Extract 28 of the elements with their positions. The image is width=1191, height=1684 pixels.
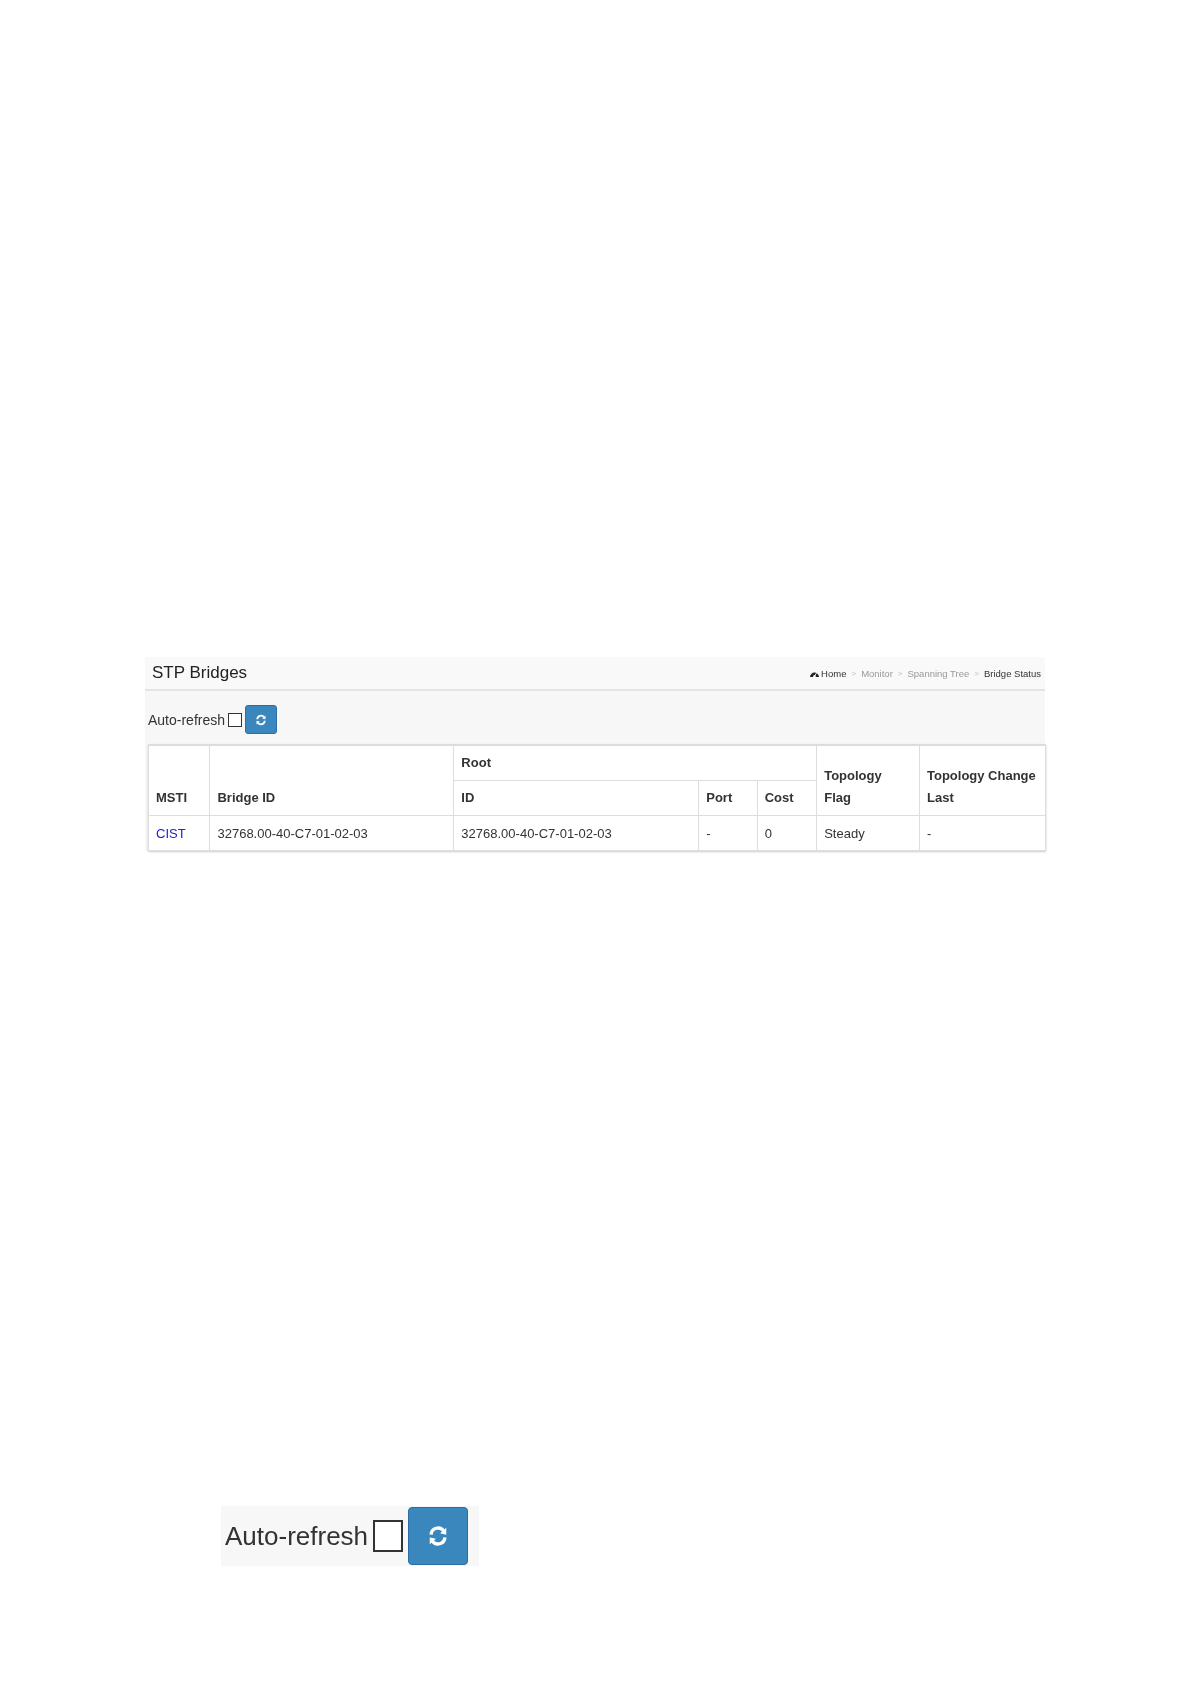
refresh-icon <box>255 713 268 726</box>
column-header: Port <box>698 780 758 816</box>
msti-link[interactable]: CIST <box>156 825 186 841</box>
column-header: Bridge ID <box>209 745 454 816</box>
table-cell: Steady <box>816 815 920 851</box>
auto-refresh-label: Auto-refresh <box>148 711 226 728</box>
breadcrumb-separator: > <box>851 668 857 678</box>
refresh-button[interactable] <box>245 705 278 734</box>
table-cell: - <box>698 815 758 851</box>
column-group-header: Root <box>453 745 817 781</box>
table-cell: 32768.00-40-C7-01-02-03 <box>453 815 699 851</box>
refresh-button[interactable] <box>408 1507 469 1565</box>
refresh-icon <box>427 1525 450 1547</box>
table-cell: - <box>919 815 1046 851</box>
breadcrumb-separator: > <box>897 668 903 678</box>
breadcrumb-separator: > <box>974 668 979 678</box>
table-cell: 32768.00-40-C7-01-02-03 <box>209 815 454 851</box>
auto-refresh-checkbox[interactable] <box>373 1520 404 1552</box>
auto-refresh-label: Auto-refresh <box>225 1520 369 1552</box>
breadcrumb-home-link[interactable]: Home <box>809 667 847 679</box>
table-cell: 0 <box>757 815 817 851</box>
column-header: MSTI <box>148 745 210 816</box>
column-header: Topology Change Last <box>919 745 1046 816</box>
column-header: ID <box>453 780 699 816</box>
column-header: Topology Flag <box>816 745 920 816</box>
breadcrumb-current: Bridge Status <box>983 667 1041 679</box>
page-title: STP Bridges <box>152 663 248 683</box>
auto-refresh-checkbox[interactable] <box>228 712 243 727</box>
